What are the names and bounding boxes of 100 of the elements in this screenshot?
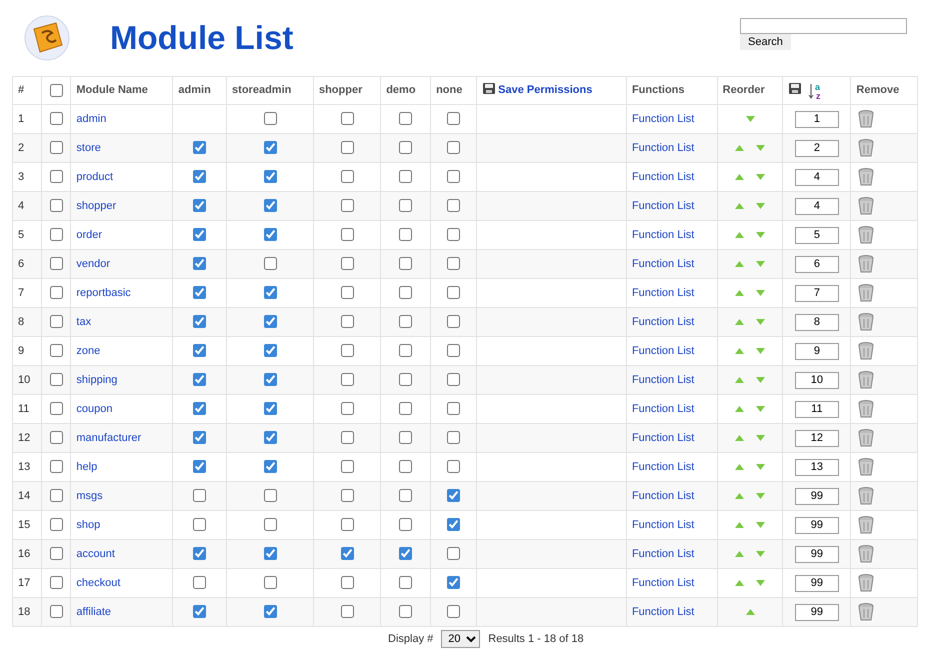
move-down-icon[interactable]	[756, 174, 766, 180]
move-up-icon[interactable]	[735, 580, 744, 586]
permission-checkbox[interactable]	[399, 141, 412, 154]
move-down-icon[interactable]	[756, 318, 766, 325]
move-down-icon[interactable]	[756, 406, 766, 412]
permission-checkbox[interactable]	[399, 547, 412, 560]
permission-checkbox[interactable]	[193, 402, 206, 416]
row-checkbox[interactable]	[50, 257, 63, 270]
permission-checkbox[interactable]	[447, 170, 460, 184]
row-checkbox[interactable]	[50, 228, 63, 242]
permission-checkbox[interactable]	[340, 344, 354, 358]
permission-checkbox[interactable]	[340, 112, 354, 126]
permission-checkbox[interactable]	[340, 199, 354, 212]
permission-checkbox[interactable]	[193, 518, 206, 532]
trash-icon[interactable]	[856, 428, 876, 448]
move-down-icon[interactable]	[756, 464, 766, 470]
permission-checkbox[interactable]	[447, 112, 460, 126]
move-down-icon[interactable]	[756, 550, 766, 557]
permission-checkbox[interactable]	[399, 228, 412, 242]
permission-checkbox[interactable]	[193, 431, 206, 444]
move-down-icon[interactable]	[746, 116, 755, 122]
order-field[interactable]: 5	[794, 226, 839, 244]
permission-checkbox[interactable]	[399, 315, 412, 328]
permission-checkbox[interactable]	[340, 373, 354, 386]
permission-checkbox[interactable]	[447, 141, 460, 154]
trash-icon[interactable]	[856, 544, 876, 564]
trash-icon[interactable]	[856, 138, 876, 158]
row-checkbox[interactable]	[50, 141, 63, 154]
trash-icon[interactable]	[856, 196, 876, 216]
trash-icon[interactable]	[856, 254, 876, 274]
permission-checkbox[interactable]	[399, 286, 412, 300]
permission-checkbox[interactable]	[193, 605, 206, 618]
move-up-icon[interactable]	[735, 406, 744, 412]
order-field[interactable]: 12	[794, 430, 839, 446]
module-link[interactable]: account	[76, 548, 115, 560]
permission-checkbox[interactable]	[193, 489, 206, 502]
permission-checkbox[interactable]	[399, 605, 412, 618]
move-down-icon[interactable]	[756, 580, 766, 586]
save-order-icon[interactable]	[788, 82, 802, 96]
permission-checkbox[interactable]	[340, 141, 354, 154]
move-up-icon[interactable]	[735, 144, 744, 151]
row-checkbox[interactable]	[50, 518, 63, 532]
permission-checkbox[interactable]	[193, 228, 206, 242]
permission-checkbox[interactable]	[264, 257, 276, 270]
move-up-icon[interactable]	[735, 260, 744, 267]
permission-checkbox[interactable]	[193, 141, 206, 154]
trash-icon[interactable]	[856, 370, 876, 390]
move-up-icon[interactable]	[735, 348, 744, 354]
trash-icon[interactable]	[856, 486, 876, 506]
permission-checkbox[interactable]	[264, 286, 276, 300]
row-checkbox[interactable]	[50, 373, 63, 386]
order-field[interactable]: 1	[794, 110, 839, 128]
permission-checkbox[interactable]	[399, 373, 412, 386]
trash-icon[interactable]	[856, 167, 876, 187]
permission-checkbox[interactable]	[264, 373, 276, 386]
row-checkbox[interactable]	[50, 112, 63, 126]
permission-checkbox[interactable]	[340, 402, 354, 416]
permission-checkbox[interactable]	[399, 431, 412, 444]
permission-checkbox[interactable]	[447, 576, 460, 590]
permission-checkbox[interactable]	[264, 489, 276, 502]
permission-checkbox[interactable]	[399, 518, 412, 532]
permission-checkbox[interactable]	[340, 547, 354, 560]
move-down-icon[interactable]	[756, 348, 766, 354]
module-link[interactable]: admin	[76, 112, 106, 125]
permission-checkbox[interactable]	[264, 344, 276, 358]
trash-icon[interactable]	[856, 515, 876, 535]
permission-checkbox[interactable]	[264, 315, 276, 328]
order-field[interactable]: 99	[794, 604, 839, 620]
order-field[interactable]: 6	[794, 256, 839, 272]
module-link[interactable]: coupon	[76, 402, 112, 415]
permission-checkbox[interactable]	[340, 576, 354, 590]
module-link[interactable]: shopper	[76, 200, 116, 212]
order-field[interactable]: 13	[794, 458, 839, 476]
permission-checkbox[interactable]	[399, 344, 412, 358]
permission-checkbox[interactable]	[264, 605, 276, 618]
display-count-select[interactable]: 20	[441, 630, 480, 648]
row-checkbox[interactable]	[50, 344, 63, 358]
order-field[interactable]: 10	[794, 372, 839, 388]
permission-checkbox[interactable]	[264, 228, 276, 242]
move-down-icon[interactable]	[756, 522, 766, 528]
trash-icon[interactable]	[856, 602, 876, 622]
permission-checkbox[interactable]	[399, 199, 412, 212]
row-checkbox[interactable]	[50, 547, 63, 560]
order-field[interactable]: 99	[794, 546, 839, 562]
move-up-icon[interactable]	[735, 464, 744, 470]
row-checkbox[interactable]	[50, 605, 63, 618]
permission-checkbox[interactable]	[264, 141, 276, 154]
row-checkbox[interactable]	[50, 576, 63, 590]
permission-checkbox[interactable]	[447, 518, 460, 532]
module-link[interactable]: checkout	[76, 576, 120, 589]
row-checkbox[interactable]	[50, 199, 63, 212]
row-checkbox[interactable]	[50, 489, 63, 502]
module-link[interactable]: help	[76, 460, 98, 473]
move-up-icon[interactable]	[735, 202, 744, 209]
select-all-checkbox[interactable]	[50, 84, 63, 97]
permission-checkbox[interactable]	[193, 286, 206, 300]
permission-checkbox[interactable]	[193, 315, 206, 328]
permission-checkbox[interactable]	[193, 344, 206, 358]
permission-checkbox[interactable]	[447, 344, 460, 358]
trash-icon[interactable]	[856, 225, 876, 245]
